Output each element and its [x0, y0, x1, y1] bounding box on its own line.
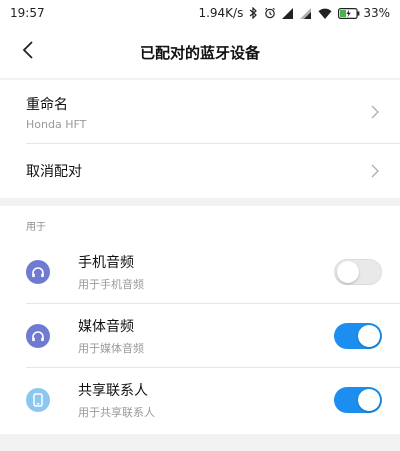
- device-name: Honda HFT: [26, 117, 87, 131]
- chevron-right-icon: [368, 164, 382, 178]
- section-label: 用于: [26, 222, 46, 233]
- status-bar: 19:57 1.94K/s 33%: [0, 0, 400, 26]
- signal-icon: [300, 7, 312, 19]
- toggle-knob: [358, 325, 380, 347]
- profile-subtitle: 用于手机音频: [78, 278, 144, 291]
- battery-indicator: 33%: [338, 6, 390, 20]
- chevron-right-icon: [368, 105, 382, 119]
- profile-subtitle: 用于媒体音频: [78, 342, 144, 355]
- contacts-toggle[interactable]: [334, 387, 382, 413]
- profile-subtitle: 用于共享联系人: [78, 406, 155, 419]
- network-speed: 1.94K/s: [198, 6, 244, 20]
- rename-label: 重命名: [26, 96, 68, 113]
- alarm-icon: [264, 7, 276, 19]
- headphones-icon: [26, 260, 50, 284]
- profile-title: 媒体音频: [78, 319, 134, 335]
- profile-row-phone-audio[interactable]: 手机音频 用于手机音频: [0, 240, 400, 304]
- profile-title: 共享联系人: [78, 383, 148, 399]
- battery-charging-icon: [338, 7, 360, 19]
- status-time: 19:57: [10, 6, 45, 20]
- unpair-row[interactable]: 取消配对: [0, 144, 400, 198]
- device-settings-group: 重命名 Honda HFT 取消配对: [0, 80, 400, 198]
- unpair-label: 取消配对: [26, 164, 82, 180]
- media-audio-toggle[interactable]: [334, 323, 382, 349]
- wifi-icon: [318, 8, 332, 19]
- toggle-knob: [337, 261, 359, 283]
- app-bar: 已配对的蓝牙设备: [0, 26, 400, 78]
- signal-icon: [282, 7, 294, 19]
- headphones-icon: [26, 324, 50, 348]
- status-icons: 1.94K/s 33%: [198, 6, 390, 20]
- profile-row-contacts[interactable]: 共享联系人 用于共享联系人: [0, 368, 400, 432]
- profiles-group: 用于 手机音频 用于手机音频 媒体音频 用于媒体音频 共享联系人 用于共享联系人: [0, 206, 400, 434]
- back-button[interactable]: [14, 38, 42, 66]
- bluetooth-icon: [249, 7, 258, 19]
- phone-icon: [26, 388, 50, 412]
- battery-percent: 33%: [363, 6, 390, 20]
- toggle-knob: [358, 389, 380, 411]
- profile-row-media-audio[interactable]: 媒体音频 用于媒体音频: [0, 304, 400, 368]
- phone-audio-toggle[interactable]: [334, 259, 382, 285]
- rename-row[interactable]: 重命名 Honda HFT: [0, 80, 400, 144]
- chevron-left-icon: [22, 41, 34, 63]
- profile-title: 手机音频: [78, 255, 134, 271]
- page-title: 已配对的蓝牙设备: [139, 43, 260, 62]
